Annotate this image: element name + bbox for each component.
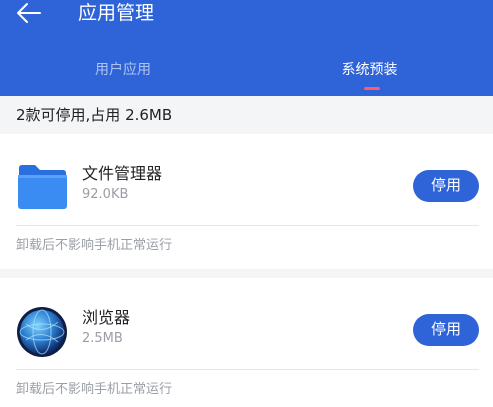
app-name: 文件管理器: [82, 164, 163, 183]
arrow-left-icon: [17, 3, 41, 23]
app-note: 卸载后不影响手机正常运行: [16, 382, 173, 397]
tab-system-preinstalled[interactable]: 系统预装: [246, 50, 493, 90]
active-tab-indicator: [364, 87, 380, 90]
divider: [16, 225, 479, 226]
app-size: 2.5MB: [82, 331, 123, 346]
app-size: 92.0KB: [82, 187, 129, 202]
disable-button[interactable]: 停用: [413, 170, 479, 202]
app-note: 卸载后不影响手机正常运行: [16, 238, 173, 253]
app-name: 浏览器: [82, 308, 131, 327]
divider: [16, 369, 479, 370]
tab-user-apps[interactable]: 用户应用: [0, 50, 246, 90]
folder-icon: [16, 162, 68, 210]
back-button[interactable]: [14, 0, 44, 26]
app-card-file-manager: 文件管理器 92.0KB 停用 卸载后不影响手机正常运行: [0, 134, 493, 269]
app-header: 应用管理 用户应用 系统预装: [0, 0, 493, 96]
globe-icon: [16, 306, 68, 357]
app-card-browser: 浏览器 2.5MB 停用 卸载后不影响手机正常运行: [0, 278, 493, 407]
page-title: 应用管理: [78, 2, 155, 24]
disable-button[interactable]: 停用: [413, 314, 479, 346]
storage-summary: 2款可停用,占用 2.6MB: [16, 106, 173, 124]
